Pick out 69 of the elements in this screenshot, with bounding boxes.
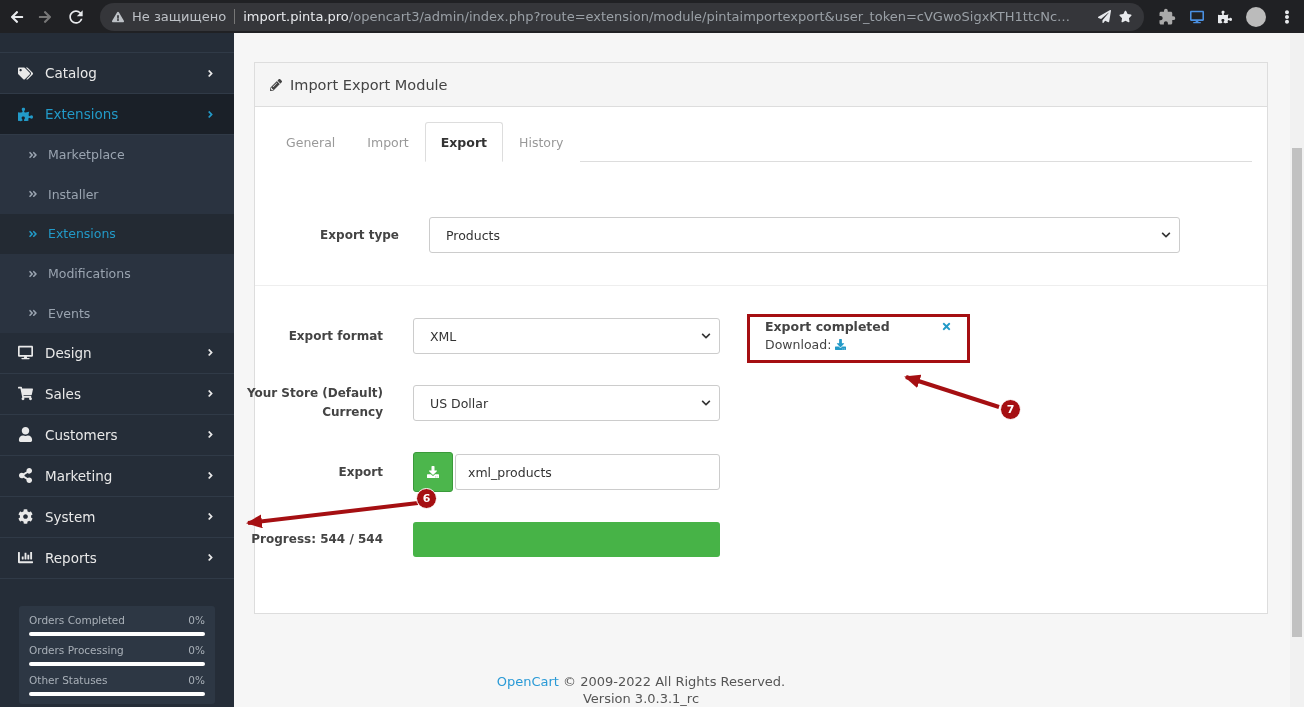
sidebar-item[interactable]: Extensions [0, 94, 234, 135]
chevron-right-icon [205, 429, 216, 441]
chevron-right-icon [205, 511, 216, 523]
settings-icon [18, 509, 33, 525]
file-name-field[interactable]: xml_products [455, 454, 720, 490]
cart-icon [18, 386, 33, 402]
chevron-down-icon [701, 331, 711, 341]
submenu-item[interactable]: Modifications [0, 253, 234, 294]
panel-title: Import Export Module [290, 76, 448, 93]
chevron-down-icon [701, 398, 711, 408]
tags-icon [18, 65, 33, 81]
stat-label: Orders Completed [29, 613, 125, 626]
chevron-down-icon [1161, 230, 1171, 240]
chevron-right-icon [205, 108, 216, 120]
double-chevron-icon [28, 229, 38, 239]
download-button[interactable] [413, 452, 453, 492]
download-icon[interactable] [835, 339, 847, 350]
submenu-item[interactable]: Events [0, 293, 234, 333]
alert-title: Export completed [765, 319, 890, 334]
star-icon[interactable] [1119, 10, 1132, 23]
extension-icon[interactable] [1158, 7, 1176, 26]
double-chevron-icon [28, 308, 38, 319]
stat-value: 0% [188, 613, 205, 626]
field-label: Progress: 544 / 544 [250, 531, 383, 548]
puzzle-icon [18, 106, 33, 122]
puzzle-icon[interactable] [1218, 9, 1232, 24]
chevron-right-icon [205, 552, 216, 564]
submenu-item[interactable]: Installer [0, 174, 234, 215]
address-bar[interactable]: Не защищено import.pinta.pro/opencart3/admin/index.php?route=extension/module/pintaimportexport&user_token=cVGwoSigxKTH1ttcNc… [100, 2, 1144, 31]
download-label: Download: [765, 337, 832, 352]
submenu-item[interactable]: Marketplace [0, 135, 234, 175]
field-label: Export format [287, 327, 383, 345]
warning-icon [112, 10, 124, 23]
field-label: Export type [319, 226, 399, 244]
pencil-icon [270, 78, 282, 91]
avatar[interactable] [1246, 6, 1266, 27]
scrollbar-thumb[interactable] [1292, 148, 1302, 637]
security-label: Не защищено [132, 9, 236, 24]
field-label: Your Store (Default) Currency [245, 385, 383, 421]
monitor-icon [18, 345, 33, 361]
select-field[interactable]: Products [429, 217, 1180, 253]
share-icon [18, 468, 33, 484]
tab[interactable]: Export [424, 122, 504, 162]
stat-label: Other Statuses [29, 673, 108, 686]
sidebar-item[interactable]: Customers [0, 414, 234, 456]
select-field[interactable]: XML [413, 318, 720, 354]
field-label: Export [337, 463, 383, 481]
stat-value: 0% [188, 673, 205, 686]
chevron-right-icon [205, 67, 216, 79]
user-icon [18, 427, 33, 443]
download-icon [427, 466, 439, 478]
double-chevron-icon [28, 189, 38, 200]
chevron-right-icon [205, 388, 216, 400]
double-chevron-icon [28, 149, 38, 160]
stat-value: 0% [188, 643, 205, 656]
bar-chart-icon [18, 550, 33, 566]
select-field[interactable]: US Dollar [413, 385, 720, 421]
url-text: import.pinta.pro/opencart3/admin/index.php?route=extension/module/pintaimportexport&user_token=cVGwoSigxKTH1ttcNc… [243, 9, 1071, 24]
back-icon[interactable] [10, 9, 24, 24]
close-icon[interactable] [941, 321, 952, 332]
stat-label: Orders Processing [29, 643, 124, 656]
submenu-item[interactable]: Extensions [0, 214, 234, 254]
sidebar-item[interactable]: System [0, 496, 234, 538]
forward-icon[interactable] [38, 9, 52, 24]
send-icon[interactable] [1098, 10, 1111, 23]
chevron-right-icon [205, 470, 216, 482]
chevron-right-icon [205, 347, 216, 359]
double-chevron-icon [28, 268, 38, 279]
footer-text: OpenCart © 2009-2022 All Rights Reserved. Version 3.0.3.1_rc [495, 673, 787, 707]
